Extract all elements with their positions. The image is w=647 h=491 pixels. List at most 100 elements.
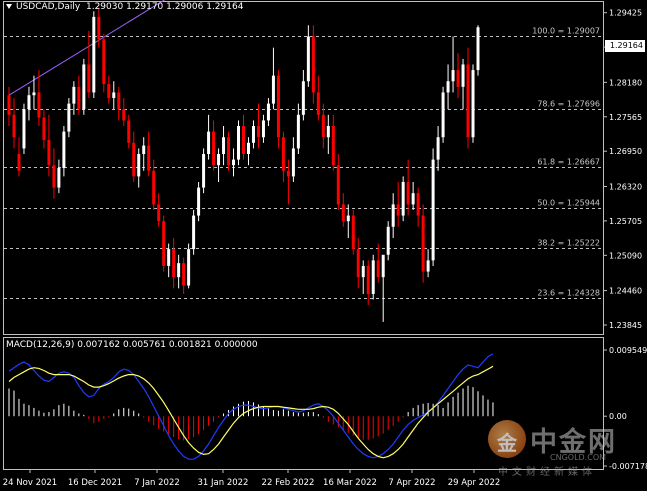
candle-body bbox=[466, 64, 470, 138]
time-tick-label: 31 Jan 2022 bbox=[198, 478, 249, 488]
candle-body bbox=[276, 75, 280, 138]
candle-body bbox=[187, 249, 191, 286]
candle-body bbox=[271, 75, 275, 104]
candle-body bbox=[476, 27, 480, 71]
price-tick-label: 1.27565 bbox=[609, 113, 642, 122]
candle-body bbox=[366, 265, 370, 294]
time-tick-label: 7 Jan 2022 bbox=[134, 478, 180, 488]
price-tick-label: 1.26320 bbox=[609, 182, 642, 191]
candle-body bbox=[301, 81, 305, 115]
candle-body bbox=[137, 154, 141, 177]
candle-body bbox=[406, 181, 410, 205]
price-tick-label: 1.25705 bbox=[609, 217, 642, 226]
candle-body bbox=[32, 92, 36, 96]
candle-body bbox=[356, 249, 360, 278]
candle-body bbox=[192, 215, 196, 250]
candle-body bbox=[162, 221, 166, 266]
candle-body bbox=[426, 260, 430, 272]
candle-body bbox=[286, 170, 290, 177]
candle-body bbox=[107, 84, 111, 99]
candle-body bbox=[157, 204, 161, 222]
fib-label: 23.6 = 1.24328 bbox=[537, 289, 600, 298]
candle-body bbox=[47, 140, 51, 166]
candle-body bbox=[306, 36, 310, 82]
candle-body bbox=[167, 249, 171, 266]
watermark-slogan: 中文财经新媒体 bbox=[498, 467, 596, 478]
candle-body bbox=[336, 165, 340, 205]
candle-body bbox=[7, 95, 11, 115]
watermark-url: CNGOLD.COM bbox=[550, 453, 607, 462]
candle-body bbox=[351, 215, 355, 250]
candle-body bbox=[391, 204, 395, 227]
candle-body bbox=[62, 131, 66, 168]
price-tick-label: 1.29425 bbox=[609, 9, 642, 18]
candle-body bbox=[471, 70, 475, 138]
fib-label: 38.2 = 1.25222 bbox=[537, 239, 600, 248]
candle-body bbox=[132, 142, 136, 177]
candle-body bbox=[17, 154, 21, 171]
candle-body bbox=[431, 159, 435, 261]
candle-body bbox=[316, 92, 320, 115]
collapse-arrow-icon[interactable] bbox=[6, 4, 12, 9]
time-tick-label: 24 Nov 2021 bbox=[3, 478, 57, 488]
candle-body bbox=[182, 263, 186, 286]
macd-tick-label: 0.009549 bbox=[609, 346, 647, 355]
candle-body bbox=[242, 126, 245, 155]
candle-body bbox=[311, 36, 315, 93]
candle-body bbox=[222, 137, 226, 155]
symbol-title: USDCAD,Daily 1.29030 1.29170 1.29006 1.2… bbox=[6, 2, 243, 12]
candle-body bbox=[27, 95, 31, 110]
candle-body bbox=[421, 215, 425, 272]
coin-logo-icon: 金 bbox=[488, 420, 526, 458]
candle-body bbox=[381, 254, 385, 278]
candle-body bbox=[376, 260, 380, 278]
candle-body bbox=[42, 117, 46, 141]
candle-body bbox=[371, 260, 375, 294]
candle-body bbox=[436, 137, 440, 160]
ohlc-values: 1.29030 1.29170 1.29006 1.29164 bbox=[85, 2, 244, 12]
candle-body bbox=[456, 70, 460, 87]
current-price-tag: 1.29164 bbox=[605, 40, 645, 52]
candle-body bbox=[411, 193, 415, 205]
candle-body bbox=[441, 92, 445, 138]
price-tick-label: 1.26950 bbox=[609, 147, 642, 156]
candle-body bbox=[12, 114, 16, 138]
fib-label: 50.0 = 1.25944 bbox=[537, 199, 600, 208]
candle-body bbox=[341, 204, 345, 222]
candle-body bbox=[22, 109, 26, 149]
candle-body bbox=[82, 64, 86, 110]
candle-body bbox=[232, 159, 236, 166]
candle-body bbox=[246, 142, 250, 155]
time-tick-label: 22 Feb 2022 bbox=[262, 478, 315, 488]
candle-body bbox=[386, 226, 390, 255]
candle-body bbox=[177, 263, 181, 278]
candle-body bbox=[331, 126, 335, 166]
candle-body bbox=[227, 137, 231, 166]
candle-body bbox=[281, 137, 285, 171]
candle-body bbox=[416, 193, 420, 216]
candle-body bbox=[237, 126, 241, 160]
candle-body bbox=[251, 126, 255, 143]
candle-body bbox=[296, 114, 300, 149]
candle-body bbox=[266, 103, 270, 121]
candle-body bbox=[67, 103, 71, 132]
candle-body bbox=[256, 126, 260, 138]
fib-label: 61.8 = 1.26667 bbox=[537, 158, 600, 167]
candle-body bbox=[152, 170, 156, 205]
time-tick-label: 7 Apr 2022 bbox=[388, 478, 435, 488]
time-tick-label: 16 Dec 2021 bbox=[68, 478, 122, 488]
price-tick-label: 1.25090 bbox=[609, 251, 642, 260]
candle-body bbox=[117, 92, 121, 110]
candle-body bbox=[321, 114, 325, 138]
candle-body bbox=[72, 86, 76, 104]
candle-body bbox=[261, 120, 265, 138]
candle-body bbox=[52, 165, 56, 188]
candle-body bbox=[396, 204, 400, 216]
candle-body bbox=[461, 64, 465, 87]
candle-body bbox=[112, 92, 116, 99]
candle-body bbox=[147, 145, 151, 171]
watermark-logo: 金 中金网 CNGOLD.COM 中文财经新媒体 bbox=[486, 418, 641, 480]
candle-body bbox=[77, 86, 81, 110]
price-tick-label: 1.28180 bbox=[609, 78, 642, 87]
candle-body bbox=[102, 39, 106, 85]
